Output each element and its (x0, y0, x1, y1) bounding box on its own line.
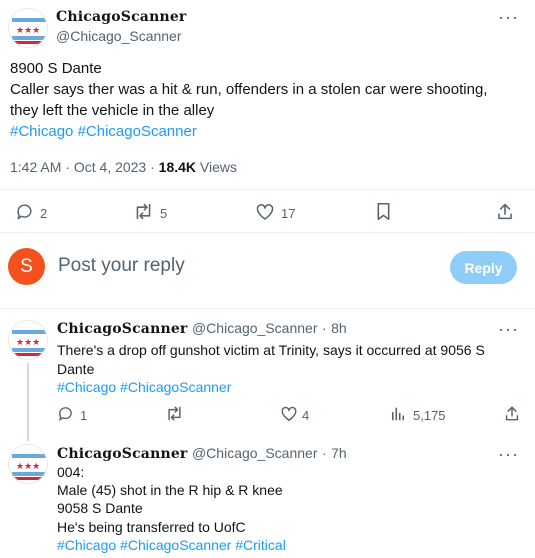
share-icon[interactable] (496, 202, 514, 226)
views-icon[interactable] (391, 406, 405, 426)
meta-separator: · (65, 159, 70, 175)
reply-line: Dante (57, 360, 95, 377)
hashtag-link[interactable]: #Chicago (57, 537, 116, 553)
tweet-line: they left the vehicle in the alley (10, 102, 215, 119)
hashtag-link[interactable]: #Chicago (10, 123, 73, 140)
meta-separator: · (321, 320, 327, 336)
tweet-time[interactable]: 1:42 AM (10, 159, 61, 175)
reply-time[interactable]: 8h (331, 320, 347, 336)
tweet-line: 8900 S Dante (10, 60, 102, 77)
reply-icon[interactable] (57, 405, 74, 427)
divider (0, 308, 535, 309)
divider (0, 189, 535, 190)
chicago-flag-avatar-icon: ★★★ (9, 321, 47, 359)
hashtag-link[interactable]: #ChicagoScanner (78, 123, 197, 140)
retweet-count: 5 (160, 206, 168, 221)
bookmark-icon[interactable] (375, 202, 392, 226)
reply-line: Male (45) shot in the R hip & R knee (57, 482, 283, 499)
display-name[interactable]: ChicagoScanner (56, 9, 187, 25)
reply-text: There's a drop off gunshot victim at Tri… (57, 341, 527, 397)
like-icon[interactable] (280, 405, 298, 427)
svg-text:★★★: ★★★ (16, 26, 40, 36)
reply-count: 2 (40, 206, 48, 221)
handle[interactable]: @Chicago_Scanner (192, 320, 318, 336)
handle[interactable]: @Chicago_Scanner (192, 445, 318, 461)
reply-line: There's a drop off gunshot victim at Tri… (57, 342, 485, 358)
reply-line: 9058 S Dante (57, 500, 143, 517)
reply-line: He's being transferred to UofC (57, 518, 246, 535)
like-count: 17 (281, 206, 296, 221)
user-avatar[interactable]: S (8, 248, 45, 285)
hashtag-link[interactable]: #Critical (235, 537, 286, 553)
like-count: 4 (302, 408, 310, 423)
chicago-flag-avatar-icon: ★★★ (9, 445, 47, 483)
hashtag-link[interactable]: #ChicagoScanner (120, 379, 231, 395)
display-name[interactable]: ChicagoScanner (57, 446, 188, 462)
tweet-meta: 1:42 AM · Oct 4, 2023 · 18.4K Views (10, 159, 237, 175)
reply-header: ChicagoScanner @Chicago_Scanner · 7h (57, 445, 347, 463)
like-icon[interactable] (255, 202, 275, 226)
hashtag-link[interactable]: #ChicagoScanner (120, 537, 231, 553)
svg-text:★★★: ★★★ (16, 338, 40, 348)
more-options-icon[interactable]: ··· (498, 320, 519, 338)
retweet-icon[interactable] (133, 202, 154, 226)
thread-line (27, 363, 29, 441)
tweet-line: Caller says ther was a hit & run, offend… (10, 81, 488, 98)
views-count: 18.4K (158, 159, 197, 175)
user-avatar-letter: S (20, 255, 33, 277)
handle[interactable]: @Chicago_Scanner (56, 28, 182, 44)
svg-text:★★★: ★★★ (16, 462, 40, 472)
tweet-date[interactable]: Oct 4, 2023 (74, 159, 146, 175)
reply-header: ChicagoScanner @Chicago_Scanner · 8h (57, 320, 347, 338)
retweet-icon[interactable] (165, 405, 184, 427)
reply-input[interactable]: Post your reply (58, 255, 185, 277)
share-icon[interactable] (504, 405, 520, 427)
reply-button[interactable]: Reply (450, 251, 517, 284)
reply-count: 1 (80, 408, 88, 423)
meta-separator: · (321, 445, 327, 461)
display-name[interactable]: ChicagoScanner (57, 321, 188, 337)
divider (0, 232, 535, 233)
meta-separator: · (150, 159, 155, 175)
chicago-flag-avatar-icon: ★★★ (9, 9, 47, 47)
avatar[interactable]: ★★★ (8, 8, 48, 48)
avatar[interactable]: ★★★ (8, 320, 48, 360)
reply-text: 004: Male (45) shot in the R hip & R kne… (57, 463, 527, 554)
reply-time[interactable]: 7h (331, 445, 347, 461)
more-options-icon[interactable]: ··· (498, 8, 519, 26)
hashtag-link[interactable]: #Chicago (57, 379, 116, 395)
tweet-text: 8900 S Dante Caller says ther was a hit … (10, 58, 530, 142)
avatar[interactable]: ★★★ (8, 444, 48, 484)
views-label: Views (199, 159, 238, 175)
reply-icon[interactable] (15, 202, 34, 226)
reply-line: 004: (57, 464, 85, 480)
views-count: 5,175 (413, 408, 446, 423)
more-options-icon[interactable]: ··· (498, 445, 519, 463)
